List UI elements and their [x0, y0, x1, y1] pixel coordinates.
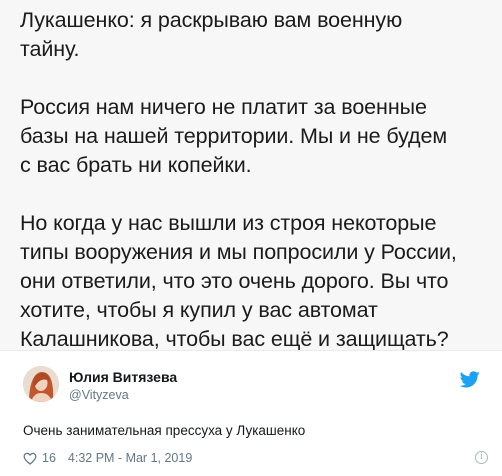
quote-text: Лукашенко: я раскрываю вам военную тайну… [20, 8, 457, 351]
timestamp[interactable]: 4:32 PM - Mar 1, 2019 [68, 451, 192, 465]
author-name[interactable]: Юлия Витязева [69, 369, 177, 385]
avatar[interactable] [23, 366, 59, 402]
heart-icon[interactable] [23, 452, 37, 465]
author-handle[interactable]: @Vityzeva [69, 388, 129, 402]
tweet-card[interactable]: Юлия Витязева @Vityzeva Очень заниматель… [0, 350, 502, 476]
twitter-icon[interactable] [460, 371, 480, 388]
like-count[interactable]: 16 [42, 451, 56, 465]
tweet-meta: 16 4:32 PM - Mar 1, 2019 [23, 451, 192, 465]
quote-card: Лукашенко: я раскрываю вам военную тайну… [0, 0, 502, 351]
tweet-text: Очень занимательная прессуха у Лукашенко [23, 423, 306, 438]
info-icon[interactable]: i [475, 451, 488, 464]
